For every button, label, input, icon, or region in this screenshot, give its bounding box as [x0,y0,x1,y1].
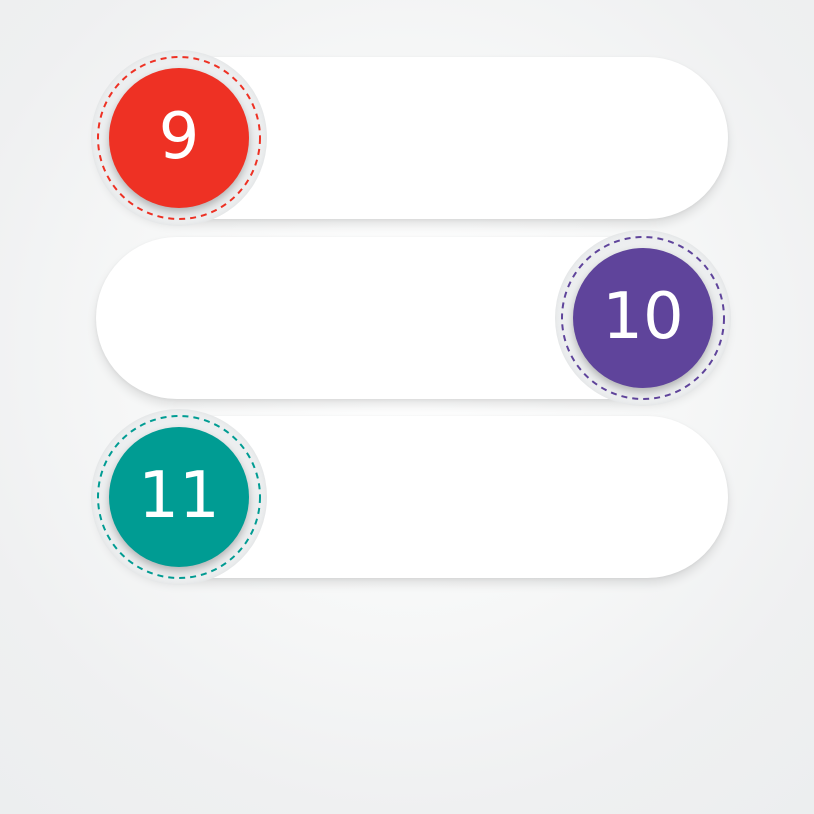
item-11-circle: 11 [109,427,249,567]
item-10-number: 10 [602,280,684,354]
item-9-number: 9 [158,100,200,174]
item-11-number: 11 [138,459,220,533]
item-11-badge: 11 [95,413,263,581]
item-9-circle: 9 [109,68,249,208]
item-9-badge: 9 [95,54,263,222]
numbered-list-diagram: 9 10 11 [0,0,814,814]
item-10-badge: 10 [559,234,727,402]
item-10-circle: 10 [573,248,713,388]
